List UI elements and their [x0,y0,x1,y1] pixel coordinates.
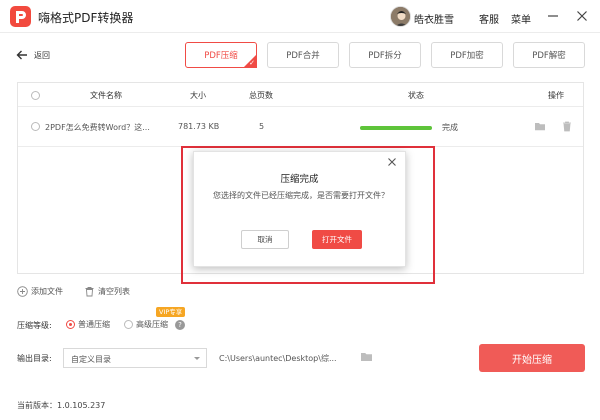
folder-icon[interactable] [534,120,546,132]
tab-label: PDF解密 [532,51,566,61]
dialog-close-icon[interactable] [387,157,397,167]
title-bar: 嗨格式PDF转换器 皓衣胜雪 客服 菜单 [0,0,600,33]
option-normal-compress[interactable]: 普通压缩 [66,319,110,330]
open-file-button[interactable]: 打开文件 [312,230,362,249]
tab-pdf-compress[interactable]: PDF压缩 ✓ [185,42,257,68]
vip-badge: VIP专享 [156,307,186,317]
version-text: 当前版本：1.0.105.237 [17,401,106,410]
trash-icon [85,286,94,296]
header-name: 文件名称 [90,91,122,100]
table-row[interactable]: 2PDF怎么免费转Word？这... 781.73 KB 5 完成 [18,107,583,147]
tab-label: PDF合并 [286,51,320,61]
chevron-down-icon [194,357,200,360]
header-status: 状态 [408,91,424,100]
output-path: C:\Users\auntec\Desktop\综... [219,354,337,363]
add-file-label: 添加文件 [31,286,63,296]
plus-circle-icon [17,285,28,297]
tab-label: PDF拆分 [368,51,402,61]
browse-folder-icon[interactable] [360,350,373,363]
radio-unselected [124,320,133,329]
start-compress-button[interactable]: 开始压缩 [479,344,585,372]
compress-complete-dialog: 压缩完成 您选择的文件已经压缩完成，是否需要打开文件？ 取消 打开文件 [193,151,406,267]
header-actions: 操作 [548,91,564,100]
customer-service-link[interactable]: 客服 [479,11,499,26]
dialog-message: 您选择的文件已经压缩完成，是否需要打开文件？ [213,191,389,200]
output-dir-select[interactable]: 自定义目录 [63,348,207,368]
file-pages: 5 [259,122,265,131]
row-select-radio[interactable] [31,122,40,131]
trash-icon[interactable] [561,120,573,132]
user-avatar[interactable] [390,6,411,27]
progress-bar [360,126,432,130]
close-icon[interactable] [574,8,590,24]
file-name: 2PDF怎么免费转Word？这... [45,123,150,132]
cancel-button[interactable]: 取消 [241,230,289,249]
arrow-left-icon [16,50,27,60]
clear-list-button[interactable]: 清空列表 [84,285,130,297]
add-file-button[interactable]: 添加文件 [17,285,63,297]
compression-level-label: 压缩等级: [17,321,52,330]
clear-list-label: 清空列表 [98,286,130,296]
progress-fill [360,126,432,130]
app-logo-icon [10,6,31,27]
menu-link[interactable]: 菜单 [511,11,531,26]
tab-label: PDF压缩 [204,51,238,61]
file-size: 781.73 KB [178,122,220,131]
option-label: 高级压缩 [136,320,168,329]
minimize-icon[interactable] [545,8,561,24]
table-header: 文件名称 大小 总页数 状态 操作 [18,83,583,107]
header-size: 大小 [190,91,206,100]
tab-pdf-merge[interactable]: PDF合并 [267,42,339,68]
tab-label: PDF加密 [450,51,484,61]
file-status: 完成 [442,123,458,132]
help-icon[interactable]: ? [175,320,185,330]
radio-selected [66,320,75,329]
check-icon: ✓ [249,59,255,67]
dialog-title: 压缩完成 [280,174,319,185]
tab-pdf-encrypt[interactable]: PDF加密 [431,42,503,68]
select-all-radio[interactable] [31,91,40,100]
option-advanced-compress[interactable]: 高级压缩 [124,319,168,330]
back-button[interactable]: 返回 [16,48,50,62]
tab-pdf-decrypt[interactable]: PDF解密 [513,42,585,68]
username[interactable]: 皓衣胜雪 [414,11,454,26]
select-value: 自定义目录 [71,355,111,364]
app-title: 嗨格式PDF转换器 [38,11,134,25]
tab-pdf-split[interactable]: PDF拆分 [349,42,421,68]
header-pages: 总页数 [249,91,273,100]
option-label: 普通压缩 [78,320,110,329]
output-dir-label: 输出目录: [17,354,52,363]
back-label: 返回 [34,50,50,60]
